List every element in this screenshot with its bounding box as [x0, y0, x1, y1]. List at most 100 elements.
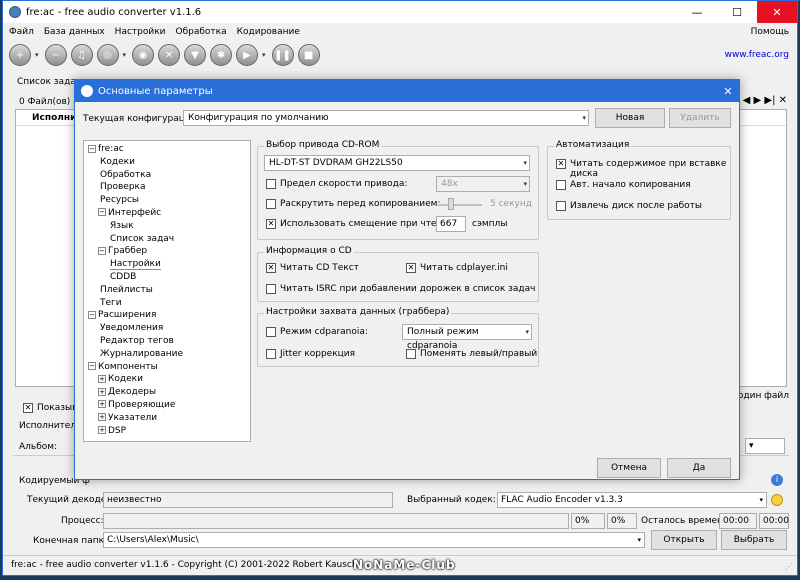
read-on-insert-checkbox[interactable]: ✕: [556, 159, 566, 169]
tree-item[interactable]: Обработка: [84, 169, 250, 182]
tree-item[interactable]: − Интерфейс: [84, 207, 250, 220]
play-dropdown-icon[interactable]: ▾: [262, 51, 266, 59]
tree-item[interactable]: Теги: [84, 297, 250, 310]
collapse-icon[interactable]: −: [88, 144, 96, 153]
tree-item[interactable]: − Расширения: [84, 309, 250, 322]
pause-icon[interactable]: ❚❚: [271, 44, 294, 66]
menu-database[interactable]: База данных: [44, 27, 105, 37]
auto-rip-checkbox[interactable]: [556, 180, 566, 190]
spinup-slider[interactable]: [438, 204, 482, 206]
website-link[interactable]: www.freac.org: [725, 50, 789, 60]
tree-item[interactable]: Настройки: [84, 258, 250, 271]
expand-icon[interactable]: +: [98, 374, 106, 383]
expand-icon[interactable]: +: [98, 413, 106, 422]
remove-icon[interactable]: −: [44, 44, 67, 66]
tree-item[interactable]: − Компоненты: [84, 361, 250, 374]
menu-settings[interactable]: Настройки: [115, 27, 166, 37]
menu-file[interactable]: Файл: [9, 27, 34, 37]
tree-item[interactable]: + Проверяющие: [84, 399, 250, 412]
gear-icon[interactable]: ✱: [210, 44, 233, 66]
spinup-checkbox[interactable]: [266, 199, 276, 209]
clear-icon[interactable]: ♫: [70, 44, 93, 66]
settings-tree[interactable]: − fre:ac Кодеки Обработка Проверка Ресурсы − Ин…: [83, 140, 251, 442]
close-button[interactable]: ✕: [757, 1, 797, 23]
tree-item[interactable]: CDDB: [84, 271, 250, 284]
tree-item[interactable]: + Кодеки: [84, 373, 250, 386]
config-select[interactable]: Конфигурация по умолчанию ▾: [183, 110, 589, 126]
tree-item-label: Плейлисты: [100, 284, 153, 295]
encoder-select[interactable]: FLAC Audio Encoder v1.3.3 ▾: [497, 492, 767, 508]
cdtext-checkbox[interactable]: ✕: [266, 263, 276, 273]
tree-item[interactable]: − Граббер: [84, 245, 250, 258]
cddb-submit-icon[interactable]: ◉: [132, 44, 155, 66]
collapse-icon[interactable]: −: [88, 362, 96, 371]
new-config-button[interactable]: Новая: [595, 108, 665, 128]
tree-item[interactable]: Уведомления: [84, 322, 250, 335]
menu-encode[interactable]: Кодирование: [237, 27, 300, 37]
tree-item[interactable]: Ресурсы: [84, 194, 250, 207]
watermark: NoNaMe-Club: [353, 558, 456, 572]
cancel-button[interactable]: Отмена: [597, 458, 661, 478]
expand-icon[interactable]: +: [98, 387, 106, 396]
filter-icon[interactable]: ▼: [184, 44, 207, 66]
stop-icon[interactable]: ■: [297, 44, 320, 66]
config-label: Текущая конфигурация:: [83, 114, 200, 124]
progress-pct-2: 0%: [607, 513, 637, 529]
add-files-icon[interactable]: +: [9, 44, 31, 66]
speed-limit-checkbox[interactable]: [266, 179, 276, 189]
maximize-button[interactable]: ☐: [717, 1, 757, 23]
expand-icon[interactable]: +: [98, 400, 106, 409]
drive-select[interactable]: HL-DT-ST DVDRAM GH22LS50 ▾: [264, 155, 530, 171]
eject-checkbox[interactable]: [556, 201, 566, 211]
tree-item[interactable]: Список задач: [84, 233, 250, 246]
show-checkbox[interactable]: ✕: [23, 403, 33, 413]
add-dropdown-icon[interactable]: ▾: [35, 51, 39, 59]
offset-checkbox[interactable]: ✕: [266, 219, 276, 229]
output-folder-field[interactable]: C:\Users\Alex\Music\ ▾: [103, 532, 645, 548]
expand-icon[interactable]: +: [98, 426, 106, 435]
jitter-checkbox[interactable]: [266, 349, 276, 359]
tree-item[interactable]: − fre:ac: [84, 143, 250, 156]
collapse-icon[interactable]: −: [98, 208, 106, 217]
cdparanoia-checkbox[interactable]: [266, 327, 276, 337]
menu-processing[interactable]: Обработка: [176, 27, 227, 37]
cdparanoia-select[interactable]: Полный режим cdparanoia ▾: [402, 324, 532, 351]
spinup-slider-thumb[interactable]: [448, 198, 454, 210]
tree-item[interactable]: Плейлисты: [84, 284, 250, 297]
list-nav-arrows[interactable]: ◀ ▶ ▶| ✕: [743, 95, 787, 106]
ok-button[interactable]: Да: [667, 458, 731, 478]
swap-checkbox[interactable]: [406, 349, 416, 359]
cddb-icon[interactable]: ◎: [96, 44, 119, 66]
offset-input[interactable]: 667: [436, 216, 466, 232]
tree-item[interactable]: Редактор тегов: [84, 335, 250, 348]
ripper-group-title: Настройки захвата данных (граббера): [264, 307, 452, 317]
collapse-icon[interactable]: −: [88, 310, 96, 319]
cddb-dropdown-icon[interactable]: ▾: [123, 51, 127, 59]
tree-item[interactable]: Проверка: [84, 181, 250, 194]
speed-select[interactable]: 48x ▾: [436, 176, 530, 192]
choose-button[interactable]: Выбрать: [721, 530, 787, 550]
tree-item[interactable]: + Указатели: [84, 412, 250, 425]
smiley-icon[interactable]: [771, 494, 783, 506]
tree-item[interactable]: + Декодеры: [84, 386, 250, 399]
dialog-close-icon[interactable]: ✕: [717, 85, 739, 98]
tree-item-label: DSP: [108, 425, 127, 436]
tree-item[interactable]: Кодеки: [84, 156, 250, 169]
minimize-button[interactable]: —: [677, 1, 717, 23]
open-button[interactable]: Открыть: [651, 530, 717, 550]
delete-config-button[interactable]: Удалить: [669, 108, 731, 128]
tree-item[interactable]: Язык: [84, 220, 250, 233]
tree-item-label: Кодеки: [100, 156, 135, 167]
settings-tools-icon[interactable]: ✕: [158, 44, 181, 66]
play-icon[interactable]: ▶: [236, 44, 259, 66]
isrc-checkbox[interactable]: [266, 284, 276, 294]
cdplayer-checkbox[interactable]: ✕: [406, 263, 416, 273]
menu-help[interactable]: Помощь: [751, 27, 789, 37]
info-icon[interactable]: i: [771, 474, 783, 486]
collapse-icon[interactable]: −: [98, 246, 106, 255]
resize-grip-icon[interactable]: ⋰: [785, 562, 793, 571]
tree-item[interactable]: Журналирование: [84, 348, 250, 361]
tree-item[interactable]: + DSP: [84, 425, 250, 438]
genre-dropdown[interactable]: ▾: [745, 438, 785, 454]
cdrom-group: Выбор привода CD-ROM HL-DT-ST DVDRAM GH2…: [257, 140, 539, 240]
